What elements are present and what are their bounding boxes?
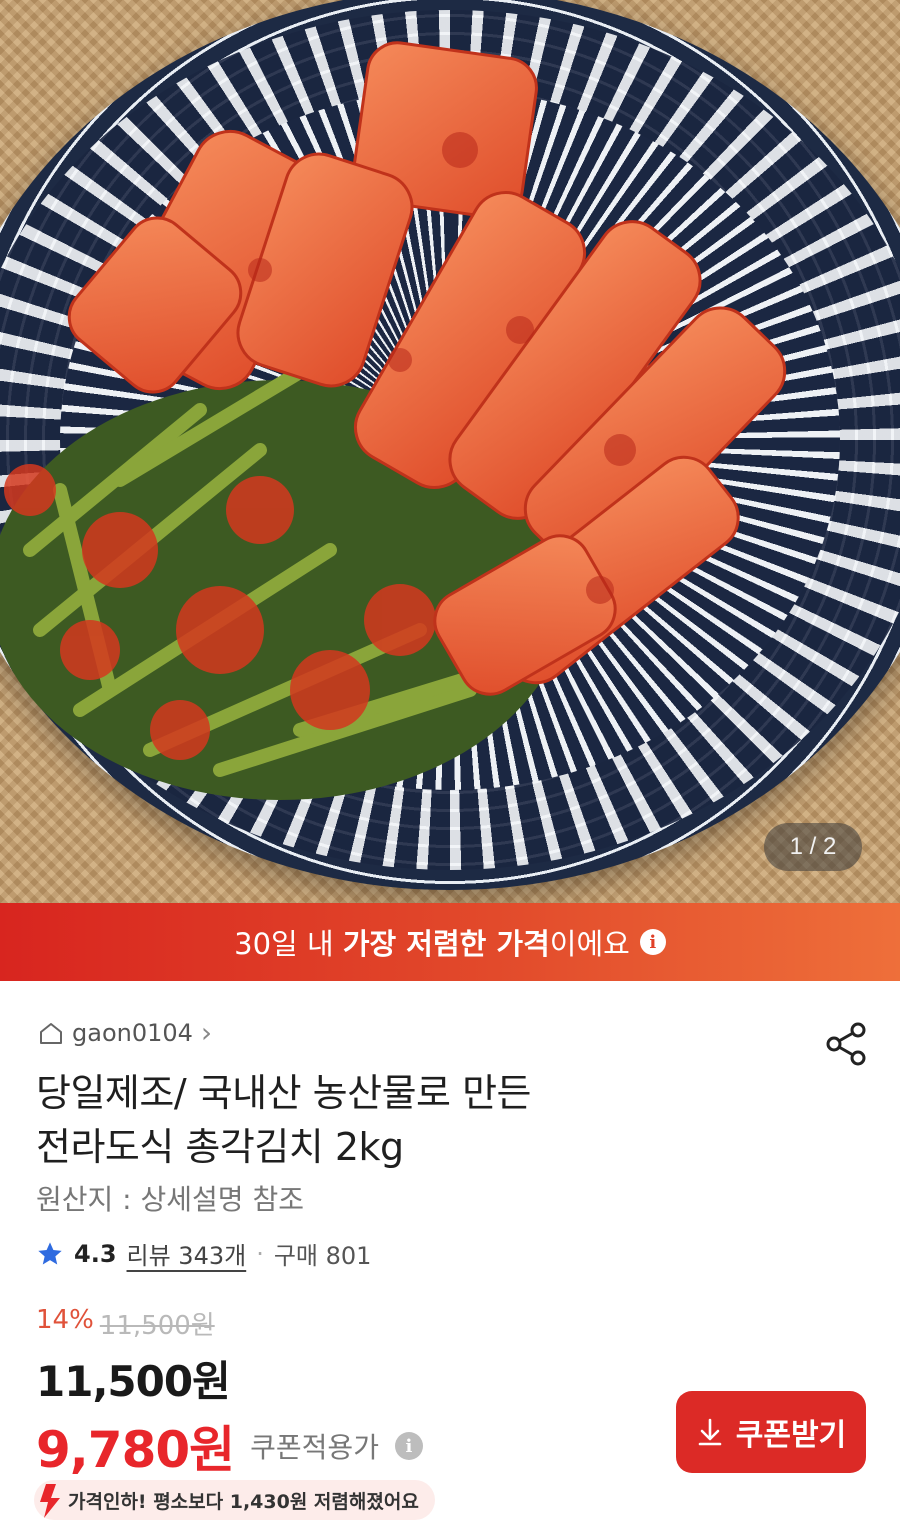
coupon-price-label: 쿠폰적용가 xyxy=(250,1431,379,1464)
info-icon[interactable]: i xyxy=(639,929,666,955)
origin-text: 원산지 : 상세설명 참조 xyxy=(36,1183,304,1216)
original-price: 11,500원 xyxy=(99,1311,215,1341)
price-drop-notice: 가격인하! 평소보다 1,430원 저렴해졌어요 xyxy=(34,1480,435,1520)
rating-score: 4.3 xyxy=(74,1239,117,1268)
review-count-link[interactable]: 리뷰 343개 xyxy=(127,1236,247,1271)
discount-rate: 14% xyxy=(36,1305,94,1335)
store-link[interactable]: gaon0104 › xyxy=(38,1016,212,1049)
coupon-price: 9,780원 xyxy=(36,1421,235,1479)
separator-dot: · xyxy=(256,1239,264,1268)
purchase-count: 구매 801 xyxy=(273,1242,372,1270)
chevron-right-icon: › xyxy=(200,1016,213,1049)
price-drop-text: 가격인하! 평소보다 1,430원 저렴해졌어요 xyxy=(68,1490,419,1513)
product-title: 당일제조/ 국내산 농산물로 만든 전라도식 총각김치 2kg xyxy=(36,1066,796,1174)
lowest-price-banner[interactable]: 30일 내 가장 저렴한 가격 이에요 i xyxy=(0,903,900,981)
star-icon xyxy=(38,1241,62,1264)
product-title-line-1: 당일제조/ 국내산 농산물로 만든 xyxy=(36,1071,532,1115)
banner-suffix: 이에요 xyxy=(549,927,630,961)
coupon-info-icon[interactable]: i xyxy=(394,1432,423,1460)
product-title-line-2: 전라도식 총각김치 2kg xyxy=(36,1125,404,1169)
discount-row: 14% 11,500원 xyxy=(36,1305,215,1342)
price-drop-arrow-icon xyxy=(40,1484,60,1518)
share-icon[interactable] xyxy=(822,1020,870,1068)
rating-row: 4.3 리뷰 343개 · 구매 801 xyxy=(36,1236,371,1271)
product-image-gallery[interactable]: 1 / 2 xyxy=(0,0,900,903)
kimchi-photo xyxy=(0,41,787,800)
get-coupon-label: 쿠폰받기 xyxy=(735,1418,847,1453)
image-page-counter: 1 / 2 xyxy=(764,823,862,871)
get-coupon-button[interactable]: 쿠폰받기 xyxy=(676,1391,866,1473)
coupon-price-row: 9,780원 쿠폰적용가 i xyxy=(36,1410,423,1482)
current-price: 11,500원 xyxy=(36,1357,231,1406)
banner-highlight: 가장 저렴한 가격 xyxy=(342,927,550,961)
download-arrow-icon xyxy=(698,1418,722,1446)
banner-prefix: 30일 내 xyxy=(234,927,343,961)
store-name: gaon0104 xyxy=(72,1018,193,1047)
home-icon xyxy=(40,1022,62,1044)
